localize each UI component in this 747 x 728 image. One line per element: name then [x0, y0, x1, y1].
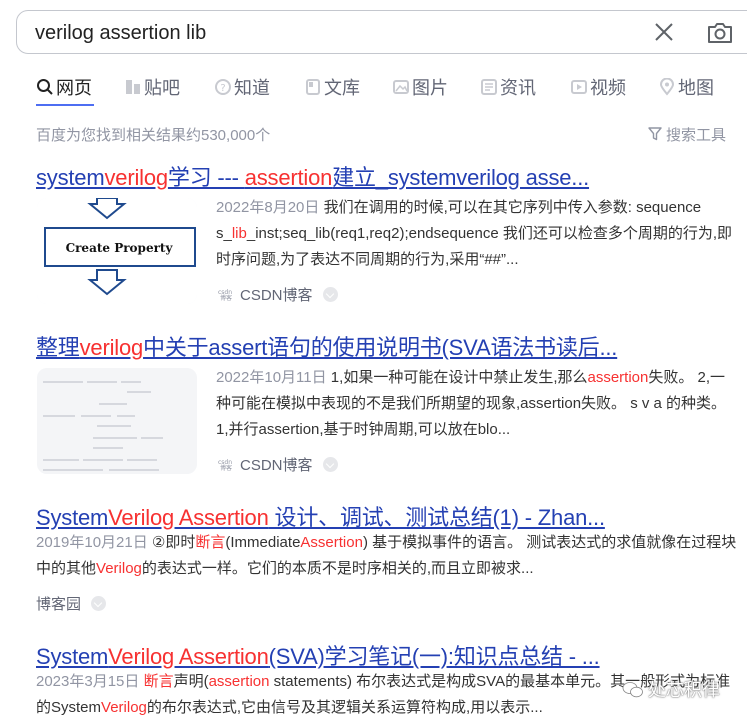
zhidao-icon: ? [215, 79, 231, 95]
svg-text:博客: 博客 [220, 294, 232, 301]
map-icon [659, 78, 675, 96]
result-abstract-2: 2022年10月11日 1,如果一种可能在设计中禁止发生,那么assertion… [216, 365, 738, 443]
title-text: System [36, 644, 109, 669]
news-icon [481, 79, 497, 95]
title-text: System [36, 505, 109, 530]
tab-news[interactable]: 资讯 [480, 74, 536, 98]
abstract-text: 的布尔表达式,它由信号及其逻辑关系运算符构成,用以表示... [146, 699, 543, 716]
search-icon [37, 79, 53, 95]
search-box[interactable] [16, 10, 747, 55]
tab-label: 文库 [324, 78, 360, 98]
source-name: CSDN博客 [240, 287, 313, 304]
result-date: 2022年10月11日 [216, 369, 327, 386]
filter-icon [648, 127, 662, 141]
title-text: 学习 --- [167, 165, 245, 190]
title-highlight: assertion [244, 165, 333, 190]
tab-label: 地图 [678, 78, 714, 98]
abstract-highlight: assertion [587, 369, 649, 386]
active-tab-indicator [36, 104, 94, 106]
thumb-caption: Create Property [66, 241, 174, 255]
tab-video[interactable]: 视频 [570, 74, 626, 98]
title-text: 整理 [36, 335, 80, 360]
clear-icon[interactable] [652, 20, 676, 44]
result-abstract-1: 2022年8月20日 我们在调用的时候,可以在其它序列中传入参数: sequen… [216, 195, 738, 273]
wenku-icon [306, 79, 320, 95]
abstract-highlight: Assertion [300, 534, 363, 551]
result-abstract-3: 2019年10月21日 ②即时断言(ImmediateAssertion) 基于… [36, 530, 742, 582]
svg-text:?: ? [220, 83, 225, 94]
result-date: 2019年10月21日 [36, 534, 148, 551]
result-thumbnail-2[interactable] [37, 368, 197, 474]
tab-wenku[interactable]: 文库 [304, 74, 360, 98]
image-icon [393, 80, 409, 94]
chevron-down-icon[interactable] [322, 287, 338, 302]
title-highlight: verilog [79, 335, 144, 360]
tab-label: 网页 [56, 78, 92, 98]
title-text: (SVA)学习笔记(一):知识点总结 - ... [268, 644, 600, 669]
abstract-highlight: lib [231, 225, 247, 242]
tab-map[interactable]: 地图 [658, 74, 714, 98]
abstract-highlight: 断言 [143, 673, 174, 690]
tab-label: 知道 [234, 78, 270, 98]
title-highlight: Verilog Assertion [108, 505, 269, 530]
result-title-1[interactable]: systemverilog学习 --- assertion建立_systemve… [36, 160, 589, 192]
result-source-3[interactable]: 博客园 [36, 593, 107, 614]
search-tools-button[interactable]: 搜索工具 [648, 124, 726, 145]
csdn-logo-icon: csdn博客 [218, 289, 232, 301]
video-icon [571, 80, 587, 94]
result-source-2[interactable]: csdn 博客 CSDN博客 [218, 454, 338, 475]
abstract-text: 的表达式一样。它们的本质不是时序相关的,而且立即被求... [141, 560, 534, 577]
svg-text:博客: 博客 [220, 464, 232, 471]
camera-icon[interactable] [706, 20, 734, 46]
abstract-text: _inst;seq_lib(req1,req2);endsequence 我们还… [216, 225, 733, 268]
csdn-logo-icon: csdn博客 [218, 459, 232, 471]
abstract-text: (Immediate [225, 534, 301, 551]
tab-label: 视频 [590, 78, 626, 98]
watermark-text: 处芯积律 [648, 680, 720, 700]
document-thumbnail [37, 368, 197, 474]
tab-web[interactable]: 网页 [36, 74, 92, 98]
result-title-3[interactable]: SystemVerilog Assertion 设计、调试、测试总结(1) - … [36, 500, 605, 532]
abstract-highlight: Verilog [101, 699, 147, 716]
abstract-text: 1,如果一种可能在设计中禁止发生,那么 [326, 369, 588, 386]
tab-label: 贴吧 [144, 78, 180, 98]
tieba-icon [126, 80, 140, 94]
abstract-text: ②即时 [147, 534, 196, 551]
result-date: 2023年3月15日 [36, 673, 140, 690]
title-text: 中关于assert语句的使用说明书(SVA语法书读后... [143, 335, 618, 360]
source-name: 博客园 [36, 596, 82, 613]
title-text: 设计、调试、测试总结(1) - Zhan... [268, 505, 606, 530]
watermark: 处芯积律 [622, 676, 720, 702]
title-text: 建立_systemverilog asse... [332, 165, 590, 190]
result-count: 百度为您找到相关结果约530,000个 [36, 127, 271, 144]
search-tools-label: 搜索工具 [666, 127, 727, 144]
chevron-down-icon[interactable] [322, 457, 338, 472]
tab-label: 资讯 [500, 78, 536, 98]
search-input[interactable] [35, 11, 635, 55]
abstract-highlight: Verilog [96, 560, 142, 577]
chevron-down-icon[interactable] [91, 596, 107, 611]
abstract-highlight: 断言 [195, 534, 226, 551]
title-highlight: verilog [104, 165, 168, 190]
tab-image[interactable]: 图片 [392, 74, 448, 98]
title-text: system [36, 165, 105, 190]
source-name: CSDN博客 [240, 457, 313, 474]
tab-zhidao[interactable]: ? 知道 [214, 74, 270, 98]
result-title-2[interactable]: 整理verilog中关于assert语句的使用说明书(SVA语法书读后... [36, 330, 617, 362]
result-title-4[interactable]: SystemVerilog Assertion(SVA)学习笔记(一):知识点总… [36, 639, 600, 671]
wechat-icon [622, 682, 643, 698]
abstract-text: 声明( [173, 673, 209, 690]
tab-tieba[interactable]: 贴吧 [124, 74, 180, 98]
tab-label: 图片 [412, 78, 448, 98]
result-thumbnail-1[interactable]: Create Property [37, 198, 197, 304]
result-date: 2022年8月20日 [216, 199, 320, 216]
title-highlight: Verilog Assertion [108, 644, 269, 669]
flowchart-thumbnail: Create Property [37, 198, 197, 304]
result-source-1[interactable]: csdn 博客 CSDN博客 [218, 284, 338, 305]
abstract-highlight: assertion [208, 673, 270, 690]
